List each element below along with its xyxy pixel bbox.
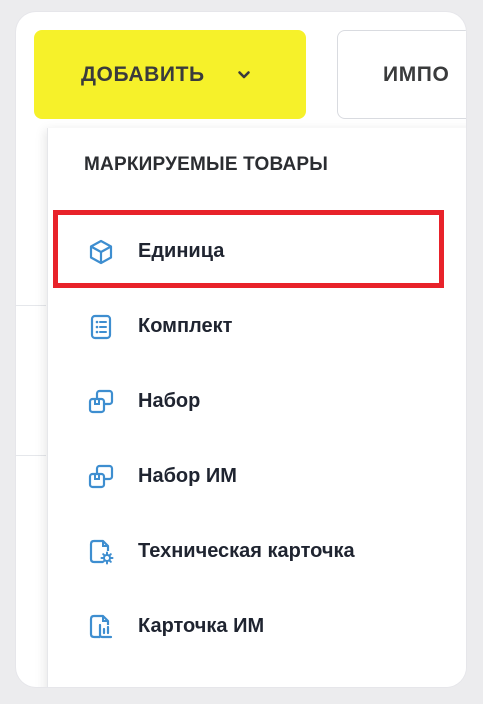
boxes-icon [86, 387, 116, 417]
panel-card: ДОБАВИТЬ ИМПО МАРКИРУЕМЫЕ ТОВАРЫ Единица [16, 12, 466, 687]
list-document-icon [86, 312, 116, 342]
menu-item-label: Комплект [138, 315, 233, 337]
table-divider [16, 455, 46, 456]
menu-item-label: Карточка ИМ [138, 615, 265, 637]
add-button-label: ДОБАВИТЬ [81, 62, 205, 86]
menu-item-label: Набор [138, 390, 201, 412]
menu-item-unit[interactable]: Единица [48, 214, 466, 289]
menu-section-header: МАРКИРУЕМЫЕ ТОВАРЫ [84, 154, 329, 175]
cube-icon [86, 237, 116, 267]
import-button-label: ИМПО [383, 62, 450, 86]
document-gear-icon [86, 537, 116, 567]
menu-item-set[interactable]: Набор [48, 364, 466, 439]
menu-item-label: Единица [138, 240, 225, 262]
menu-item-label: Техническая карточка [138, 540, 355, 562]
import-button[interactable]: ИМПО [337, 30, 466, 119]
table-divider [16, 305, 46, 306]
menu-item-tech-card[interactable]: Техническая карточка [48, 514, 466, 589]
menu-item-card-im[interactable]: Карточка ИМ [48, 589, 466, 664]
boxes-icon [86, 462, 116, 492]
menu-item-kit[interactable]: Комплект [48, 289, 466, 364]
menu-item-label: Набор ИМ [138, 465, 237, 487]
add-button[interactable]: ДОБАВИТЬ [34, 30, 306, 119]
add-dropdown-menu: МАРКИРУЕМЫЕ ТОВАРЫ Единица Комплект Набо… [47, 128, 466, 687]
menu-item-set-im[interactable]: Набор ИМ [48, 439, 466, 514]
chevron-down-icon [237, 68, 251, 82]
document-chart-icon [86, 612, 116, 642]
